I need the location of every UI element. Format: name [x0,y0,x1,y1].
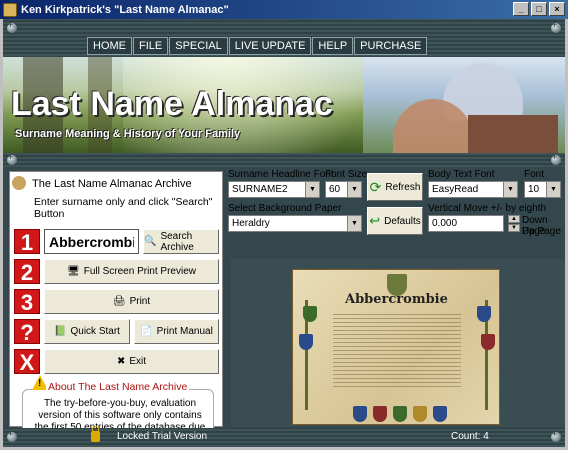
headline-font-select[interactable]: SURNAME2 ▼ [228,181,320,198]
surname-input[interactable] [44,229,139,254]
trial-status: Locked Trial Version [117,431,208,442]
chevron-down-icon: ▼ [503,182,517,197]
banner-headline: Last Name Almanac [11,85,333,123]
headline-size-label: Font Size [325,169,368,180]
window-controls: _ □ × [513,2,565,16]
preview-body-text [333,314,461,390]
document-icon: 📄 [140,326,153,337]
print-button[interactable]: 🖨 Print [44,289,219,314]
shield-icon [433,406,447,422]
app-icon [3,2,17,17]
rivet-icon [7,152,17,165]
up-page-label: Up Page [522,226,561,237]
rivet-icon [7,20,17,33]
shield-icon [373,406,387,422]
step-number: 2 [14,259,40,285]
rivet-icon [551,152,561,165]
chevron-down-icon: ▼ [546,182,560,197]
chevron-down-icon: ▼ [347,182,361,197]
printer-icon: 🖨 [112,296,126,307]
main-menu: HOME FILE SPECIAL LIVE UPDATE HELP PURCH… [87,37,428,55]
menu-file[interactable]: FILE [133,37,169,55]
menu-purchase[interactable]: PURCHASE [354,37,428,55]
shield-icon [477,306,491,322]
search-archive-button[interactable]: 🔍 Search Archive [143,229,219,254]
separator-strip [3,152,565,167]
body-font-select[interactable]: EasyRead ▼ [428,181,518,198]
close-button[interactable]: × [549,2,565,16]
body-size-select[interactable]: 10 ▼ [524,181,561,198]
step-number: 1 [14,229,40,255]
almanac-preview-document: Abbercrombie [292,269,500,425]
menu-live-update[interactable]: LIVE UPDATE [228,37,312,55]
chevron-down-icon: ▼ [347,216,361,231]
shield-icon [393,406,407,422]
controls-panel: Surname Headline Font SURNAME2 ▼ Font Si… [228,169,565,253]
search-icon: 🔍 [144,236,157,247]
rivet-icon [551,20,561,33]
about-title: About The Last Name Archive [46,381,190,393]
spin-up-icon[interactable]: ▲ [508,215,520,223]
headline-size-select[interactable]: 60 ▼ [325,181,362,198]
book-icon: 📗 [54,326,67,337]
menu-help[interactable]: HELP [312,37,354,55]
chevron-down-icon: ▼ [305,182,319,197]
spin-down-icon[interactable]: ▼ [508,224,520,232]
headline-font-label: Surname Headline Font [228,169,334,180]
status-bar: Locked Trial Version Count: 4 [3,426,565,447]
archive-instruction: Enter surname only and click "Search" Bu… [34,196,213,220]
background-select[interactable]: Heraldry ▼ [228,215,362,232]
exit-icon: ✖ [116,356,126,367]
step-number: 3 [14,289,40,315]
window-title: Ken Kirkpatrick's "Last Name Almanac" [21,3,229,16]
rivet-icon [551,429,561,442]
vertical-move-input[interactable]: 0.000 [428,215,504,232]
exit-button[interactable]: ✖ Exit [44,349,219,374]
menu-special[interactable]: SPECIAL [169,37,228,55]
monitor-icon: 🖥 [67,266,80,277]
almanac-logo-icon [12,176,26,190]
banner: Last Name Almanac Surname Meaning & Hist… [3,57,565,153]
refresh-icon: ⟳ [369,178,382,195]
print-manual-button[interactable]: 📄 Print Manual [134,319,219,344]
defaults-button[interactable]: ↩ Defaults [367,207,423,235]
preview-surname: Abbercrombie [345,292,448,307]
shield-icon [303,306,317,322]
shield-icon [481,334,495,350]
shield-icon [299,334,313,350]
quick-start-button[interactable]: 📗 Quick Start [44,319,130,344]
minimize-button[interactable]: _ [513,2,529,16]
menu-strip: HOME FILE SPECIAL LIVE UPDATE HELP PURCH… [3,19,565,56]
body-font-label: Body Text Font [428,169,495,180]
entry-count: Count: 4 [451,431,489,442]
step-number: X [14,349,40,375]
title-bar: Ken Kirkpatrick's "Last Name Almanac" _ … [0,0,568,19]
step-number: ? [14,319,40,345]
lock-icon [91,426,100,442]
maximize-button[interactable]: □ [531,2,547,16]
app-frame: HOME FILE SPECIAL LIVE UPDATE HELP PURCH… [3,19,565,447]
refresh-button[interactable]: ⟳ Refresh [367,173,423,201]
archive-title: The Last Name Almanac Archive [32,178,192,190]
shield-icon [353,406,367,422]
shield-icon [413,406,427,422]
menu-home[interactable]: HOME [87,37,132,55]
rivet-icon [7,429,17,442]
background-label: Select Background Paper [228,203,342,214]
print-preview-button[interactable]: 🖥 Full Screen Print Preview [44,259,219,284]
undo-arrow-icon: ↩ [369,213,381,228]
archive-panel: The Last Name Almanac Archive Enter surn… [9,171,223,447]
banner-tagline: Surname Meaning & History of Your Family [15,128,241,140]
